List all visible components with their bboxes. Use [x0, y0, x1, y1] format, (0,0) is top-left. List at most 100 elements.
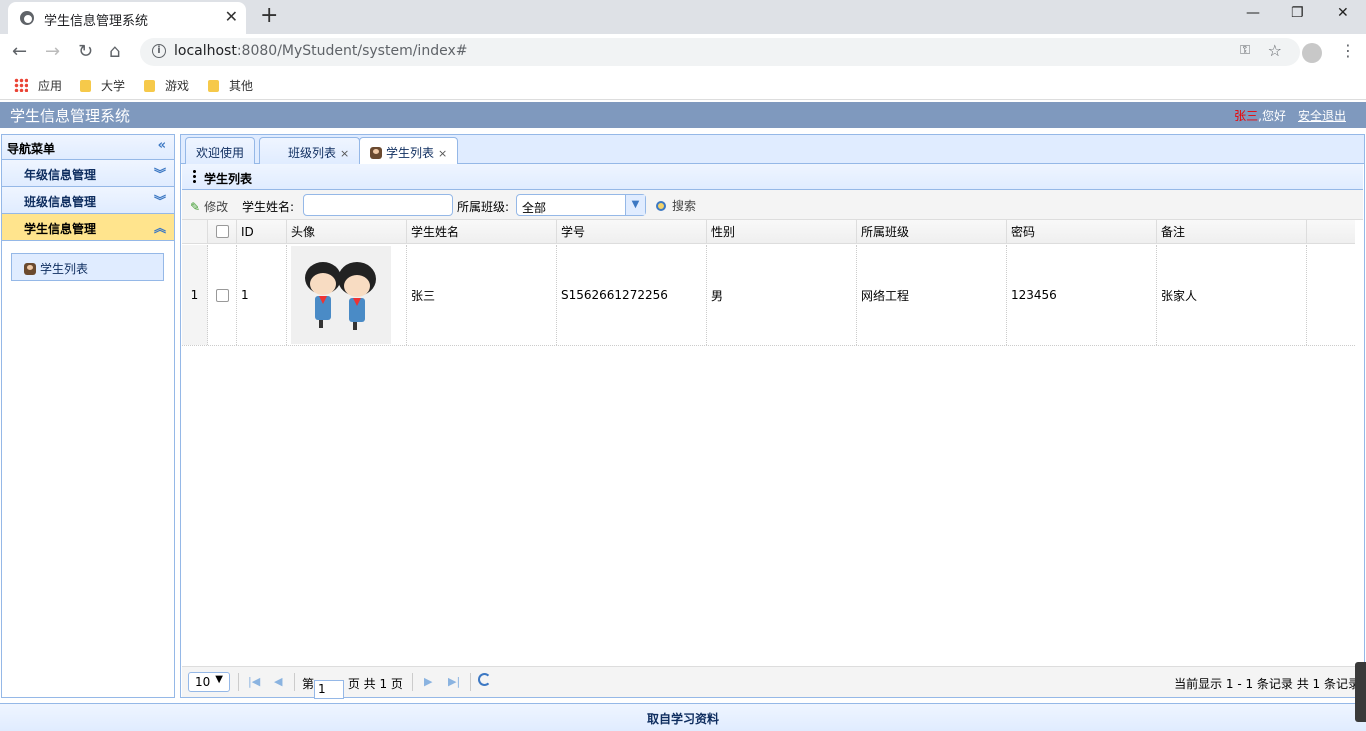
data-grid: ID 头像 学生姓名 学号 性别 所属班级 密码 备注 1 1 张三 S1562… [182, 220, 1363, 666]
bookmark-apps[interactable]: 应用 [14, 77, 62, 94]
page-number-input[interactable]: 1 [314, 680, 345, 699]
separator [294, 673, 295, 691]
app-header: 学生信息管理系统 张三,您好 安全退出 [0, 102, 1366, 128]
close-icon[interactable]: ✕ [225, 7, 238, 26]
logout-link[interactable]: 安全退出 [1298, 109, 1346, 123]
prev-page-icon[interactable]: ◀ [274, 675, 282, 688]
section-body: 学生列表 [2, 241, 174, 293]
page-size-select[interactable]: 10 ▼ [188, 672, 230, 692]
scrollbar[interactable] [1355, 662, 1366, 722]
user-name: 张三 [1234, 109, 1259, 123]
tab-close-icon[interactable]: × [438, 147, 447, 160]
tab-close-icon[interactable]: × [340, 147, 349, 160]
key-icon[interactable]: ⚿ [1240, 43, 1250, 58]
account-avatar[interactable] [1302, 43, 1322, 63]
url-text: localhost:8080/MyStudent/system/index# [174, 43, 468, 59]
nav-panel-title: 导航菜单 [7, 142, 56, 156]
refresh-icon[interactable] [478, 673, 491, 686]
collapse-icon[interactable]: « [158, 138, 166, 153]
column-header[interactable]: 性别 [707, 220, 857, 243]
nav-panel: 导航菜单 « 年级信息管理 ︾ 班级信息管理 ︾ 学生信息管理 ︽ 学生列表 [1, 134, 175, 698]
minimize-icon[interactable]: — [1246, 5, 1260, 21]
tab-student-list[interactable]: 学生列表 × [359, 137, 459, 165]
chevron-down-icon[interactable]: ▼ [625, 195, 645, 215]
menu-kebab-icon[interactable]: ⋮ [1340, 41, 1356, 60]
cell-name: 张三 [407, 245, 557, 345]
class-label: 所属班级: [457, 200, 510, 214]
chevron-down-icon: ︾ [153, 167, 166, 181]
info-icon[interactable]: i [152, 44, 166, 58]
table-row[interactable]: 1 1 张三 S1562661272256 男 网络工程 123456 张家人 [182, 245, 1355, 346]
search-button[interactable]: 搜索 [656, 197, 696, 214]
forward-icon[interactable]: → [45, 41, 60, 62]
bookmark-folder[interactable]: 大学 [80, 77, 125, 94]
row-checkbox[interactable] [208, 245, 237, 345]
page-size-value: 10 [195, 675, 211, 689]
column-header[interactable]: 学号 [557, 220, 707, 243]
globe-icon [20, 11, 34, 25]
back-icon[interactable]: ← [12, 41, 27, 62]
cell-student-number: S1562661272256 [557, 245, 707, 345]
class-select-value: 全部 [522, 201, 547, 215]
reload-icon[interactable]: ↻ [78, 41, 93, 62]
student-icon [370, 147, 382, 159]
bookmark-folder[interactable]: 其他 [208, 77, 253, 94]
column-header[interactable]: 备注 [1157, 220, 1307, 243]
student-name-input[interactable] [303, 194, 453, 216]
sidebar-item-label: 学生列表 [40, 262, 89, 276]
column-header[interactable]: 所属班级 [857, 220, 1007, 243]
tab-label: 班级列表 [288, 146, 337, 160]
sidebar-section-student[interactable]: 学生信息管理 ︽ [2, 214, 174, 241]
section-label: 班级信息管理 [24, 195, 97, 209]
browser-tab-strip: 学生信息管理系统 ✕ + — ❐ ✕ [0, 0, 1366, 34]
browser-toolbar: ← → ↻ ⌂ i localhost:8080/MyStudent/syste… [0, 34, 1366, 70]
student-icon [24, 263, 36, 275]
section-label: 学生信息管理 [24, 222, 97, 236]
panel-title: 学生列表 [204, 172, 253, 186]
row-number: 1 [182, 245, 208, 345]
tab-label: 学生列表 [386, 146, 435, 160]
select-all-checkbox[interactable] [208, 220, 237, 243]
last-page-icon[interactable]: ▶| [448, 675, 460, 688]
panel-header: 学生列表 [182, 164, 1363, 190]
tab-class-list[interactable]: 班级列表 × [259, 137, 361, 164]
column-header[interactable]: 头像 [287, 220, 407, 243]
class-select[interactable]: 全部 ▼ [516, 194, 646, 216]
next-page-icon[interactable]: ▶ [424, 675, 432, 688]
app-footer: 取自学习资料 [0, 703, 1366, 731]
home-icon[interactable]: ⌂ [109, 41, 120, 62]
separator [238, 673, 239, 691]
cell-avatar [287, 245, 407, 345]
pagination-bar: 10 ▼ |◀ ◀ 第1 页 共 1 页 ▶ ▶| 当前显示 1 - 1 条记录 … [182, 666, 1363, 699]
column-header[interactable]: 学生姓名 [407, 220, 557, 243]
sidebar-item-student-list[interactable]: 学生列表 [11, 253, 164, 281]
rownum-header [182, 220, 208, 243]
column-header[interactable]: 密码 [1007, 220, 1157, 243]
grid-header-row: ID 头像 学生姓名 学号 性别 所属班级 密码 备注 [182, 220, 1355, 244]
sidebar-section-class[interactable]: 班级信息管理 ︾ [2, 187, 174, 214]
first-page-icon[interactable]: |◀ [248, 675, 260, 688]
grid-toolbar: ✎ 修改 学生姓名: 所属班级: 全部 ▼ 搜索 [182, 190, 1363, 220]
browser-tab-title: 学生信息管理系统 [44, 14, 149, 29]
pagination-status: 当前显示 1 - 1 条记录 共 1 条记录 [1174, 677, 1360, 691]
greeting: ,您好 [1258, 109, 1286, 123]
address-bar[interactable]: i localhost:8080/MyStudent/system/index#… [140, 38, 1300, 66]
browser-tab[interactable]: 学生信息管理系统 ✕ [8, 2, 246, 34]
name-label: 学生姓名: [242, 200, 295, 214]
restore-icon[interactable]: ❐ [1291, 5, 1304, 21]
bookmark-folder[interactable]: 游戏 [144, 77, 189, 94]
sidebar-section-grade[interactable]: 年级信息管理 ︾ [2, 160, 174, 187]
nav-panel-header: 导航菜单 « [2, 135, 174, 160]
star-icon[interactable]: ☆ [1268, 41, 1282, 60]
tab-welcome[interactable]: 欢迎使用 [185, 137, 256, 164]
chevron-up-icon: ︽ [153, 221, 166, 235]
student-avatar-image [291, 246, 391, 344]
column-header[interactable]: ID [237, 220, 287, 243]
folder-icon [144, 80, 155, 92]
new-tab-button[interactable]: + [260, 3, 278, 28]
window-close-icon[interactable]: ✕ [1337, 5, 1349, 21]
separator [470, 673, 471, 691]
content-panel: 欢迎使用 班级列表 × 学生列表 × 学生列表 ✎ 修改 学生姓名: 所属班级: 全部… [180, 134, 1365, 699]
chevron-down-icon: ▼ [215, 674, 223, 685]
edit-button[interactable]: ✎ 修改 [190, 198, 228, 215]
